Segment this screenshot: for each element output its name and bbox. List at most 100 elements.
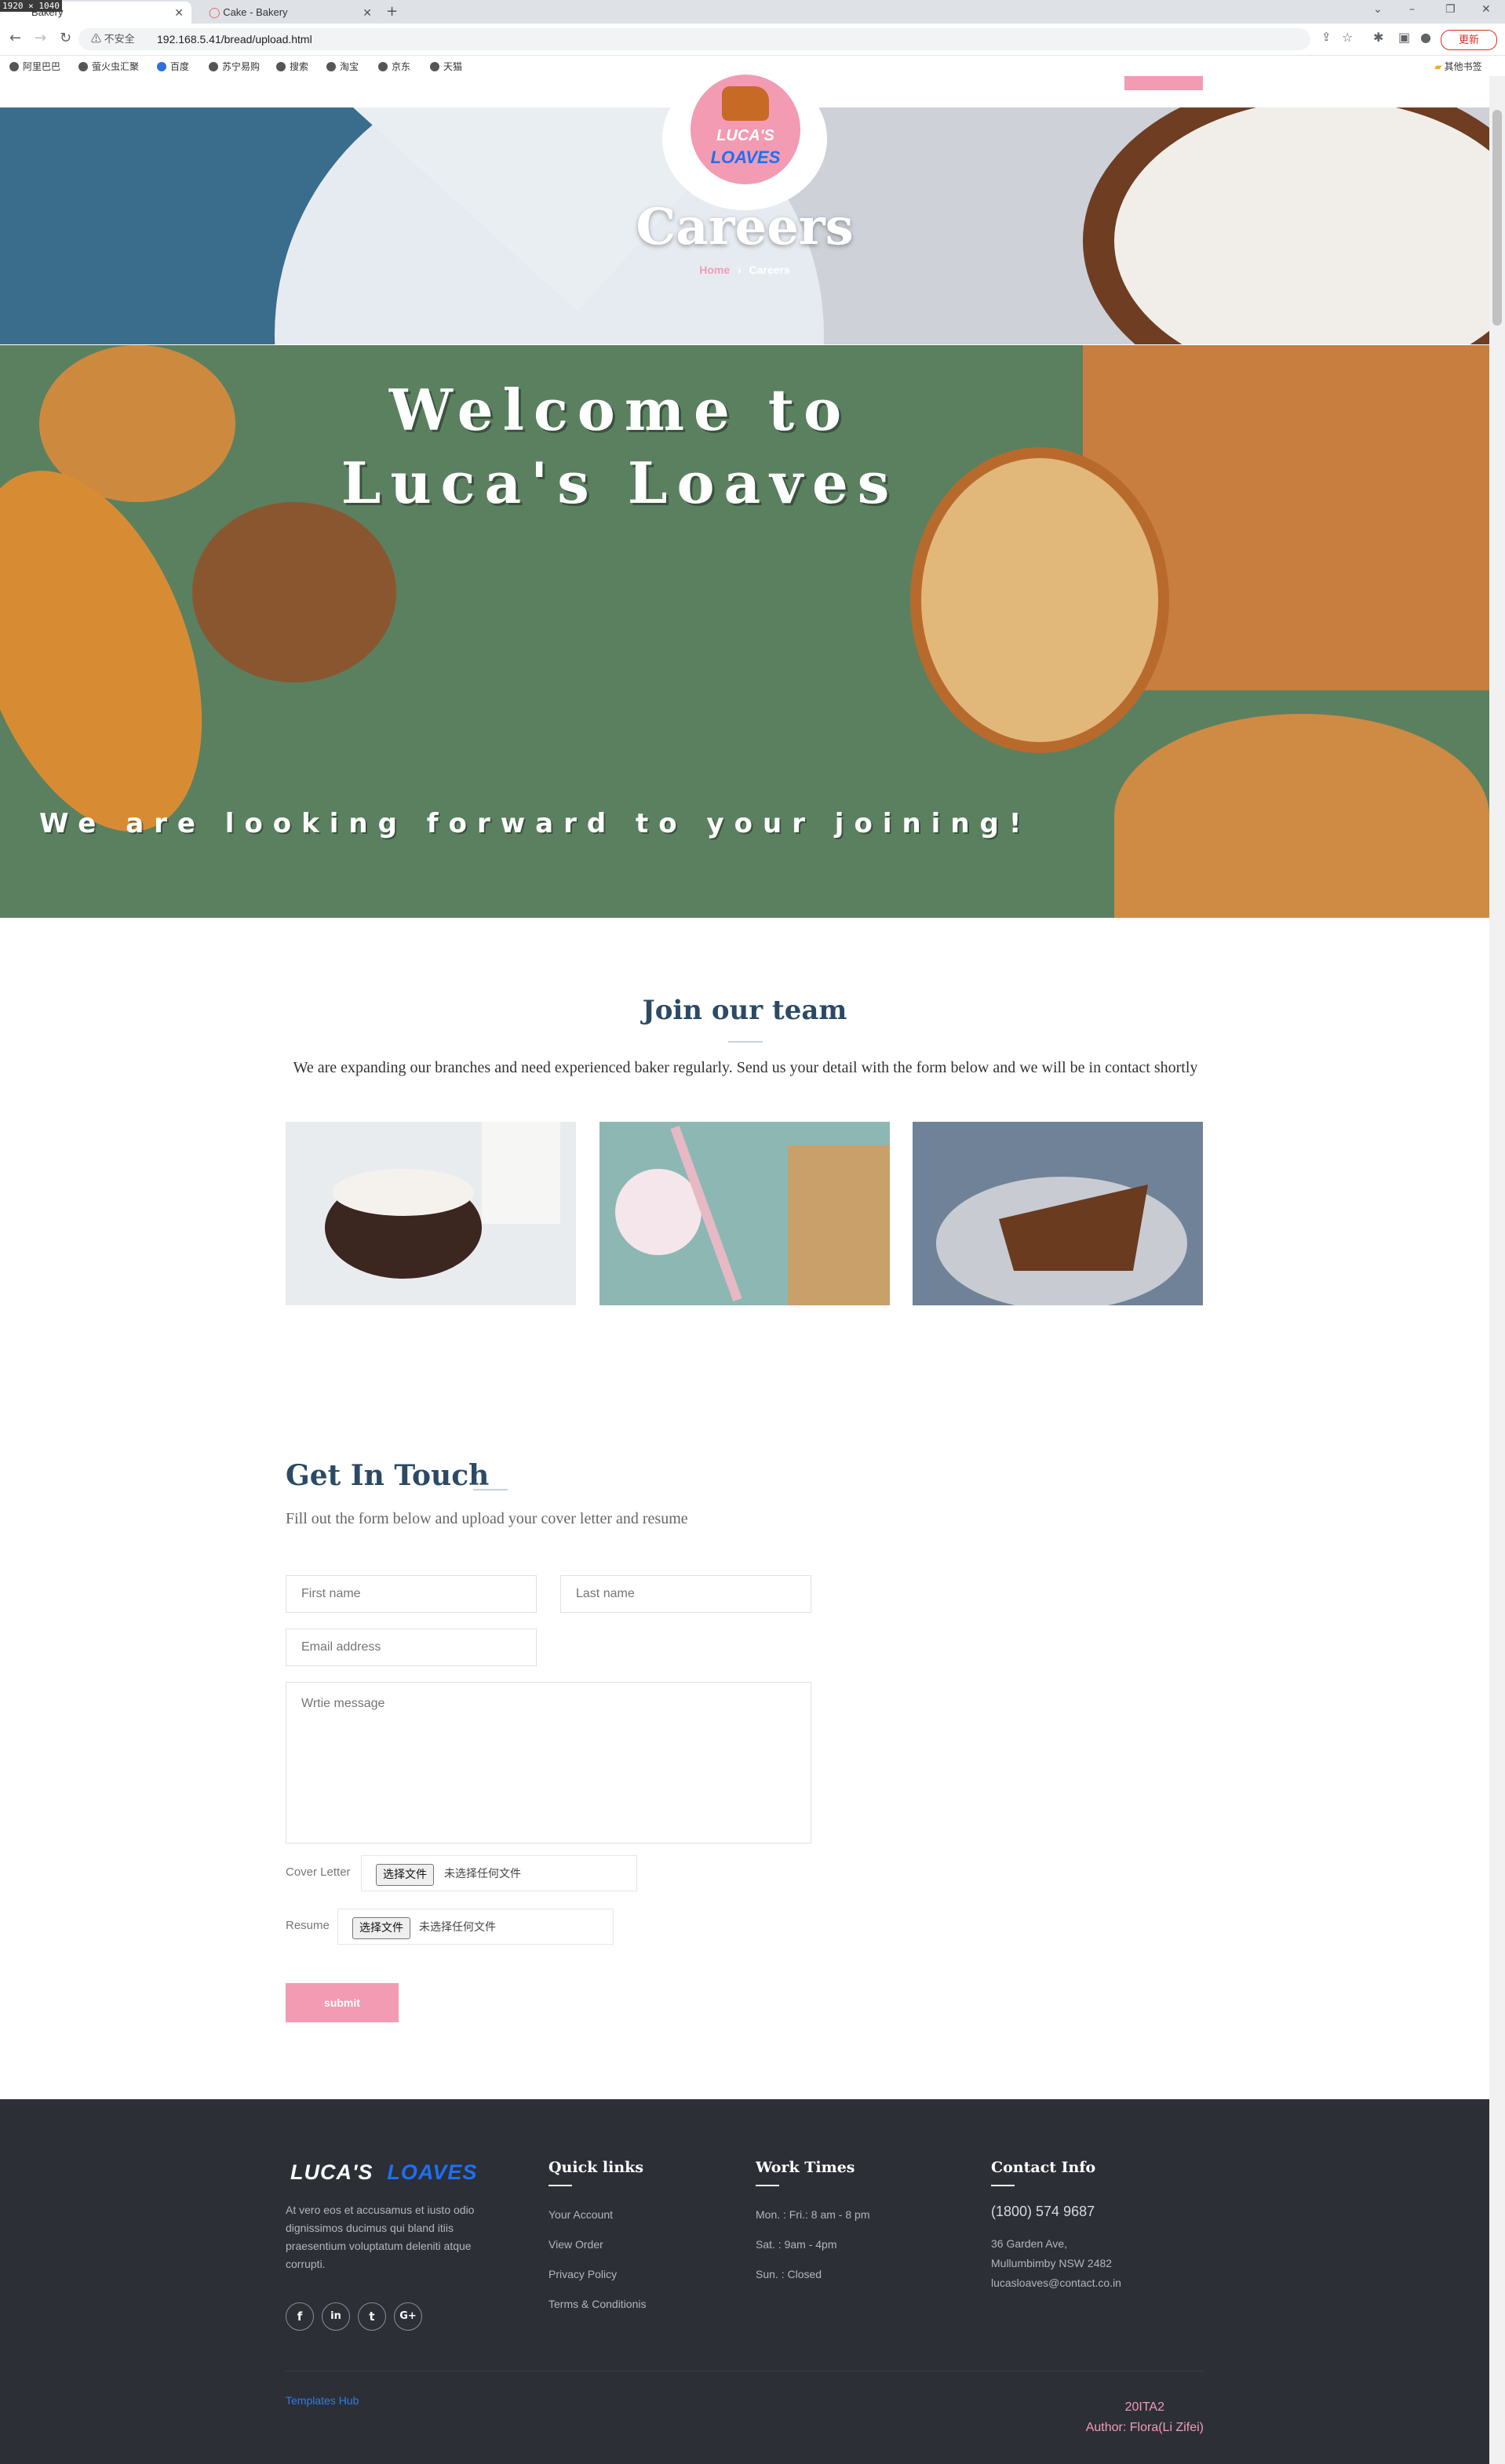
url-text[interactable]: 192.168.5.41/bread/upload.html <box>157 28 312 50</box>
globe-icon <box>430 62 439 71</box>
tab-close-icon[interactable]: ✕ <box>174 2 184 24</box>
twitter-icon[interactable]: t <box>358 2302 386 2331</box>
new-tab-icon[interactable]: + <box>386 3 398 20</box>
email-field[interactable] <box>286 1629 537 1666</box>
banner-heading-line1: Welcome to <box>388 377 851 443</box>
milk-shape <box>482 1122 560 1224</box>
bookmark-item[interactable]: 萤火虫汇聚 <box>78 60 139 73</box>
bookmark-star-icon[interactable]: ☆ <box>1342 30 1353 45</box>
header-order-button[interactable] <box>1124 76 1203 90</box>
insecure-warning[interactable]: ⚠ 不安全 <box>91 28 135 50</box>
footer-logo-lucas: LUCA'S <box>290 2160 374 2184</box>
dimension-badge: 1920 × 1040 <box>0 0 62 12</box>
restore-icon[interactable]: ❐ <box>1445 3 1456 16</box>
footer-link-account[interactable]: Your Account <box>548 2208 613 2221</box>
join-title: Join our team <box>642 995 847 1026</box>
footer-link-terms[interactable]: Terms & Conditionis <box>548 2298 647 2310</box>
globe-icon <box>9 62 19 71</box>
resume-label: Resume <box>286 1919 330 1932</box>
work-time-saturday: Sat. : 9am - 4pm <box>756 2238 837 2251</box>
templates-hub-link[interactable]: Templates Hub <box>286 2394 359 2407</box>
bookmark-item[interactable]: 京东 <box>378 60 410 73</box>
choose-file-button[interactable]: 选择文件 <box>352 1917 410 1939</box>
breadcrumb-home-link[interactable]: Home <box>699 264 730 276</box>
title-divider <box>728 1041 763 1043</box>
insecure-label: 不安全 <box>104 33 135 45</box>
tab-search-icon[interactable]: ⌄ <box>1373 3 1383 16</box>
rye-loaf-image <box>192 502 396 682</box>
bookmark-label: 其他书签 <box>1444 61 1482 72</box>
bookmark-item[interactable]: 搜索 <box>276 60 308 73</box>
footer-link-privacy[interactable]: Privacy Policy <box>548 2268 617 2280</box>
bookmark-label: 搜索 <box>290 61 309 72</box>
bookmark-label: 淘宝 <box>340 61 359 72</box>
contact-email[interactable]: lucasloaves@contact.co.in <box>991 2277 1121 2289</box>
message-field[interactable] <box>286 1682 811 1843</box>
sliced-loaf-image <box>1114 714 1489 918</box>
gallery-image-macarons <box>599 1122 890 1305</box>
last-name-field[interactable] <box>560 1575 811 1613</box>
bookmark-label: 阿里巴巴 <box>23 61 61 72</box>
scrollbar-thumb[interactable] <box>1492 110 1502 326</box>
heading-underline <box>548 2185 572 2186</box>
tab-favicon-icon: ◯ <box>209 6 220 18</box>
resume-file-input[interactable]: 选择文件 未选择任何文件 <box>337 1909 614 1945</box>
back-icon[interactable]: ← <box>9 30 21 46</box>
paw-icon <box>157 62 166 71</box>
share-icon[interactable]: ⇪ <box>1321 30 1332 44</box>
title-divider <box>473 1489 508 1490</box>
banner-heading-line2: Luca's Loaves <box>341 449 899 516</box>
contact-info-heading: Contact Info <box>991 2159 1096 2176</box>
other-bookmarks[interactable]: ▰ 其他书签 <box>1434 60 1482 73</box>
bread-logo-icon <box>722 86 769 121</box>
facebook-icon[interactable]: f <box>286 2302 314 2331</box>
cream-shape <box>333 1169 474 1216</box>
update-button[interactable]: 更新 <box>1441 30 1497 50</box>
extensions-icon[interactable]: ✱ <box>1373 30 1383 45</box>
welcome-banner: Welcome to Luca's Loaves We are looking … <box>0 345 1489 918</box>
touch-title: Get In Touch <box>286 1459 490 1492</box>
forward-icon[interactable]: → <box>35 30 46 46</box>
footer-logo-loaves: LOAVES <box>387 2160 478 2184</box>
work-times-heading: Work Times <box>756 2159 855 2176</box>
chevron-right-icon: › <box>738 264 742 276</box>
minimize-icon[interactable]: – <box>1409 3 1415 16</box>
bookmark-item[interactable]: 天猫 <box>430 60 462 73</box>
marshmallow-bowl-shape <box>615 1169 701 1255</box>
footer-link-view-order[interactable]: View Order <box>548 2238 603 2251</box>
tab-cake-bakery[interactable]: ◯ Cake - Bakery ✕ <box>196 2 380 24</box>
reload-icon[interactable]: ↻ <box>60 30 71 46</box>
contact-phone: (1800) 574 9687 <box>991 2204 1095 2219</box>
close-window-icon[interactable]: ✕ <box>1481 3 1491 16</box>
google-plus-icon[interactable]: G+ <box>394 2302 422 2331</box>
credit-author: Author: Flora(Li Zifei) <box>1085 2421 1204 2434</box>
profile-icon[interactable]: ● <box>1420 30 1431 45</box>
gallery-image-cake <box>286 1122 576 1305</box>
linkedin-icon[interactable]: in <box>322 2302 350 2331</box>
logo-text-lucas: LUCA'S <box>716 127 774 144</box>
footer-about-text: At vero eos et accusamus et iusto odio d… <box>286 2204 475 2270</box>
bookmark-item[interactable]: 苏宁易购 <box>209 60 260 73</box>
globe-icon <box>378 62 388 71</box>
heading-underline <box>991 2185 1015 2186</box>
bookmark-item[interactable]: 淘宝 <box>326 60 359 73</box>
cover-letter-file-input[interactable]: 选择文件 未选择任何文件 <box>361 1855 637 1891</box>
bookmark-item[interactable]: 百度 <box>157 60 189 73</box>
footer-logo[interactable]: LUCA'S LOAVES <box>290 2160 477 2185</box>
first-name-field[interactable] <box>286 1575 537 1613</box>
submit-button[interactable]: submit <box>286 1983 399 2022</box>
page-scrollbar[interactable] <box>1489 76 1505 2464</box>
browser-tab-strip: Bakery ✕ ◯ Cake - Bakery ✕ + ⌄ – ❐ ✕ <box>0 0 1505 24</box>
bookmark-label: 萤火虫汇聚 <box>92 61 140 72</box>
no-file-text: 未选择任何文件 <box>444 1867 521 1880</box>
credit-class: 20ITA2 <box>1124 2400 1164 2414</box>
address-bar[interactable]: ⚠ 不安全 192.168.5.41/bread/upload.html <box>78 28 1310 50</box>
globe-icon <box>209 62 218 71</box>
tab-close-icon[interactable]: ✕ <box>363 2 372 24</box>
contact-address-line2: Mullumbimby NSW 2482 <box>991 2257 1113 2269</box>
macaron-box-shape <box>788 1145 890 1305</box>
choose-file-button[interactable]: 选择文件 <box>376 1864 434 1886</box>
breadcrumb-current: Careers <box>749 264 790 276</box>
sidepanel-icon[interactable]: ▣ <box>1398 30 1410 45</box>
bookmark-item[interactable]: 阿里巴巴 <box>9 60 60 73</box>
